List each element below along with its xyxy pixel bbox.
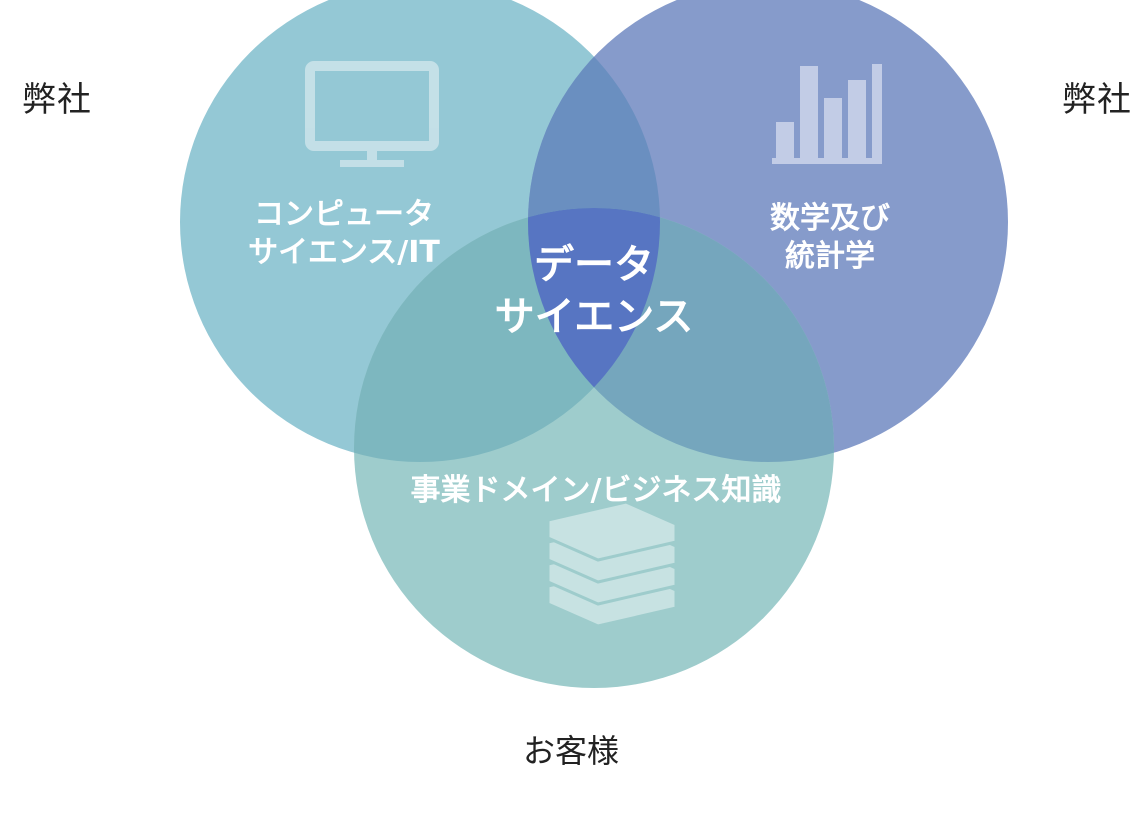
math-label-line1: 数学及び [770,201,890,236]
venn-diagram: コンピュータ サイエンス/IT 数学及び 統計学 事業ドメイン/ビジネス知識 デ… [180,0,1008,688]
label-our-company-left: 弊社 [22,80,92,120]
business-label: 事業ドメイン/ビジネス知識 [411,473,782,508]
venn-diagram-stage: コンピュータ サイエンス/IT 数学及び 統計学 事業ドメイン/ビジネス知識 デ… [0,0,1142,834]
label-customer: お客様 [522,732,619,770]
center-label-line1: データ [534,242,654,288]
label-our-company-right: 弊社 [1062,80,1132,120]
books-icon [546,500,678,628]
cs-label-line2: サイエンス/IT [248,235,440,270]
center-label-line2: サイエンス [495,294,694,340]
cs-label-line1: コンピュータ [254,197,434,232]
math-label-line2: 統計学 [785,239,875,274]
